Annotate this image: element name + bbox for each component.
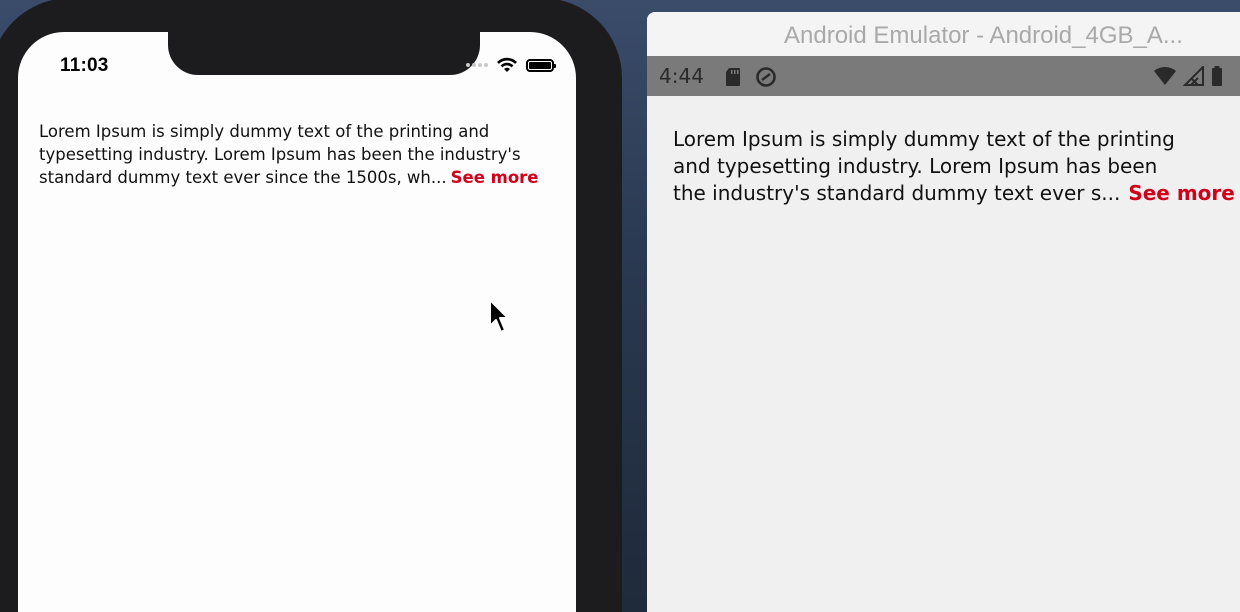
ios-see-more-link[interactable]: See more <box>451 168 539 187</box>
data-saver-icon <box>756 67 776 87</box>
android-app-content: Lorem Ipsum is simply dummy text of the … <box>647 96 1240 612</box>
android-status-bar: 4:44 <box>647 56 1240 96</box>
android-truncated-text: the industry's standard dummy text ever … <box>673 181 1121 205</box>
battery-icon <box>1212 66 1222 86</box>
android-text-line-truncated: the industry's standard dummy text ever … <box>673 180 1235 207</box>
android-text-line: and typesetting industry. Lorem Ipsum ha… <box>673 154 1158 178</box>
ios-truncated-text: standard dummy text ever since the 1500s… <box>39 168 447 187</box>
ios-status-time: 11:03 <box>60 55 109 76</box>
ios-status-icons <box>466 55 556 75</box>
wifi-icon <box>497 57 517 72</box>
emulator-titlebar[interactable]: Android Emulator - Android_4GB_A... <box>647 12 1240 56</box>
android-emulator-window: Android Emulator - Android_4GB_A... 4:44 <box>647 12 1240 612</box>
ios-description-text: Lorem Ipsum is simply dummy text of the … <box>39 120 559 189</box>
android-status-time: 4:44 <box>659 64 704 88</box>
cellular-signal-icon <box>1183 66 1204 86</box>
battery-icon <box>526 58 556 72</box>
mouse-pointer-icon <box>489 299 509 333</box>
android-text-line: Lorem Ipsum is simply dummy text of the … <box>673 127 1175 151</box>
android-notification-icons <box>725 66 777 88</box>
sd-card-icon <box>726 68 740 86</box>
android-see-more-link[interactable]: See more <box>1128 181 1235 205</box>
ios-notch <box>168 32 480 75</box>
wifi-icon <box>1154 66 1176 85</box>
android-description-text: Lorem Ipsum is simply dummy text of the … <box>673 126 1235 207</box>
ios-text-line: Lorem Ipsum is simply dummy text of the … <box>39 122 490 141</box>
emulator-window-title: Android Emulator - Android_4GB_A... <box>784 22 1183 49</box>
ios-text-line: typesetting industry. Lorem Ipsum has be… <box>39 145 521 164</box>
android-system-icons <box>1153 66 1223 86</box>
cellular-signal-icon <box>466 63 488 67</box>
ios-text-line-truncated: standard dummy text ever since the 1500s… <box>39 166 559 189</box>
ios-device-bezel: 11:03 Lorem Ipsum is simply dummy text o… <box>0 0 622 612</box>
